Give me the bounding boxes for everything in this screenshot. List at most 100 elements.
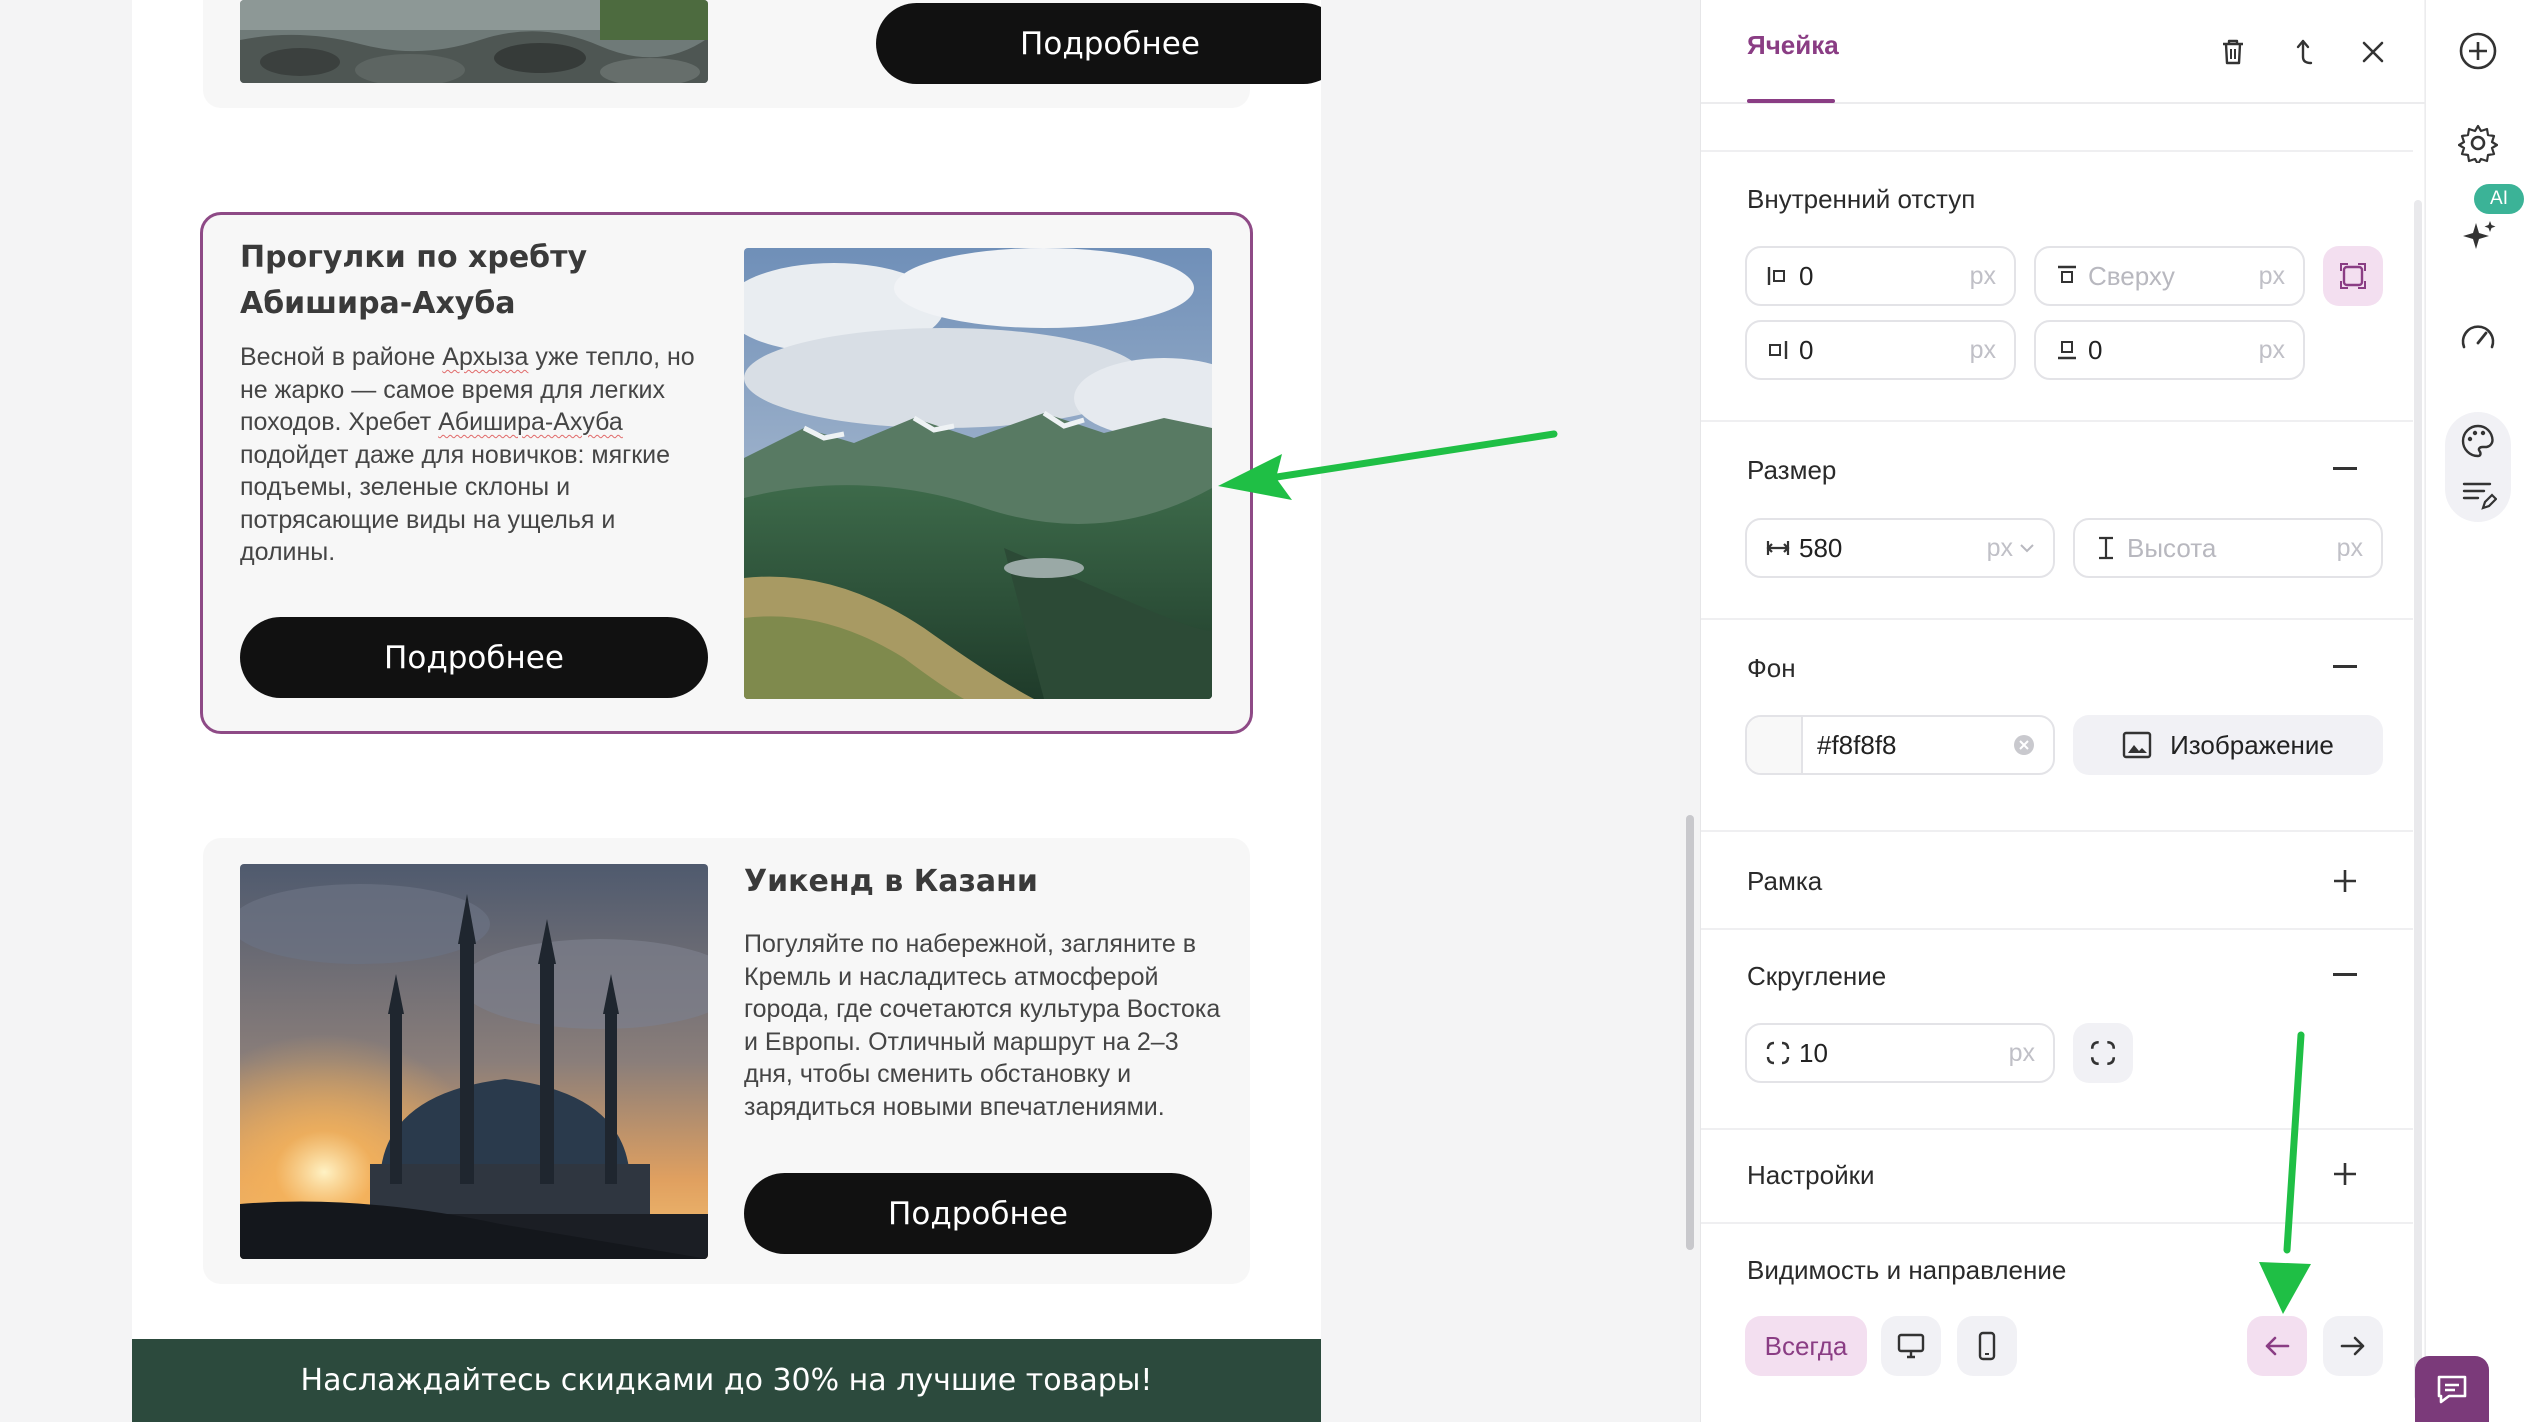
section-divider [1701,420,2413,422]
padding-bottom-icon [2054,337,2080,363]
card-top[interactable]: Подробнее [203,0,1321,108]
card-ridge-more-button[interactable]: Подробнее [240,617,708,698]
card-kazan-text: Погуляйте по набережной, загляните в Кре… [744,930,1221,1121]
text-style-icon[interactable] [2455,472,2501,518]
card-ridge-text: Весной в районе Архыза уже тепло, но не … [240,343,695,566]
close-icon[interactable] [2355,34,2391,70]
section-divider [1701,618,2413,620]
size-title: Размер [1747,455,1837,485]
padding-top-field[interactable]: Сверху px [2034,246,2305,306]
padding-top-icon [2054,263,2080,289]
width-field[interactable]: 580 px [1745,518,2055,578]
visibility-title: Видимость и направление [1747,1255,2067,1285]
clear-icon[interactable] [2013,734,2035,756]
section-divider [1701,150,2413,152]
padding-left-icon [1765,263,1791,289]
size-collapse-icon[interactable] [2330,454,2360,484]
padding-bottom-unit: px [2258,335,2285,364]
padding-left-unit: px [1969,261,1996,290]
radius-title: Скругление [1747,961,1887,991]
image-icon [2122,731,2152,759]
tool-rail: AI [2425,0,2528,1422]
panel-header: Ячейка [1701,0,2425,104]
desktop-icon [1897,1333,1925,1359]
arrow-right-icon [2340,1336,2365,1356]
visibility-always-button[interactable]: Всегда [1745,1316,1867,1376]
width-value: 580 [1799,532,1843,563]
arrow-left-icon [2265,1336,2290,1356]
border-title: Рамка [1747,866,1823,896]
radius-icon [1765,1040,1791,1066]
background-color-field[interactable]: #f8f8f8 [1745,715,2055,775]
background-image-button[interactable]: Изображение [2073,715,2383,775]
mobile-icon [1978,1331,1996,1361]
tab-cell[interactable]: Ячейка [1747,30,1839,61]
panel-scrollbar[interactable] [2414,200,2422,1400]
card-kazan[interactable]: Уикенд в Казани Погуляйте по набережной,… [203,838,1250,1284]
height-field[interactable]: Высота px [2073,518,2383,578]
card-kazan-title: Уикенд в Казани [744,864,1038,899]
radius-field[interactable]: 10 px [1745,1023,2055,1083]
card-kazan-more-button[interactable]: Подробнее [744,1173,1212,1254]
tab-cell-underline [1747,99,1835,103]
mobile-visibility-button[interactable] [1957,1316,2017,1376]
email-body: Подробнее Прогулки по хребту Абишира-Аху… [132,0,1321,1422]
direction-rtl-button[interactable] [2247,1316,2307,1376]
chat-icon [2437,1375,2467,1404]
padding-left-value: 0 [1799,260,1814,291]
ai-badge: AI [2474,184,2524,214]
promo-banner[interactable]: Наслаждайтесь скидками до 30% на лучшие … [132,1339,1321,1422]
radius-unit: px [2008,1038,2035,1067]
padding-right-field[interactable]: 0 px [1745,320,2016,380]
visibility-always-label: Всегда [1764,1330,1848,1361]
padding-bottom-field[interactable]: 0 px [2034,320,2305,380]
settings-title: Настройки [1747,1160,1875,1190]
background-title: Фон [1747,653,1796,683]
settings-expand-icon[interactable] [2330,1159,2360,1189]
palette-icon[interactable] [2455,418,2501,464]
trash-icon[interactable] [2215,34,2251,70]
gear-icon[interactable] [2455,120,2501,166]
annotation-arrow-image [1218,430,1558,500]
padding-top-unit: px [2258,261,2285,290]
padding-top-placeholder: Сверху [2088,260,2175,291]
height-icon [2093,535,2119,561]
ai-sparkle-icon[interactable] [2455,214,2501,260]
background-image-label: Изображение [2170,729,2334,760]
section-divider [1701,830,2413,832]
rocky-shore-image [240,0,708,83]
add-block-icon[interactable] [2455,28,2501,74]
card-ridge-title: Прогулки по хребту Абишира-Ахуба [240,240,588,321]
card-ridge-selected[interactable]: Прогулки по хребту Абишира-Ахуба Весной … [200,212,1253,734]
desktop-visibility-button[interactable] [1881,1316,1941,1376]
chevron-down-icon[interactable] [2019,543,2035,553]
kazan-mosque-image [240,864,708,1259]
chat-support-button[interactable] [2415,1356,2489,1422]
mountain-ridge-image [744,248,1212,699]
radius-value: 10 [1799,1037,1828,1068]
canvas-scrollbar[interactable] [1686,815,1694,1250]
radius-per-corner-toggle[interactable] [2073,1023,2133,1083]
background-collapse-icon[interactable] [2330,652,2360,682]
padding-bottom-value: 0 [2088,334,2103,365]
width-icon [1765,535,1791,561]
select-parent-icon[interactable] [2285,34,2321,70]
padding-right-unit: px [1969,335,1996,364]
speedometer-icon[interactable] [2455,314,2501,360]
padding-link-toggle[interactable] [2323,246,2383,306]
padding-right-icon [1765,337,1791,363]
section-divider [1701,928,2413,930]
card-top-more-button[interactable]: Подробнее [876,3,1321,84]
color-swatch[interactable] [1747,717,1803,773]
background-color-value: #f8f8f8 [1817,729,1897,760]
height-unit: px [2336,533,2363,562]
padding-title: Внутренний отступ [1747,184,1976,214]
border-expand-icon[interactable] [2330,866,2360,896]
direction-ltr-button[interactable] [2323,1316,2383,1376]
radius-collapse-icon[interactable] [2330,960,2360,990]
padding-left-field[interactable]: 0 px [1745,246,2016,306]
height-placeholder: Высота [2127,532,2217,563]
annotation-arrow-direction [2259,1031,2311,1314]
padding-right-value: 0 [1799,334,1814,365]
width-unit-select[interactable]: px [1987,534,2013,563]
